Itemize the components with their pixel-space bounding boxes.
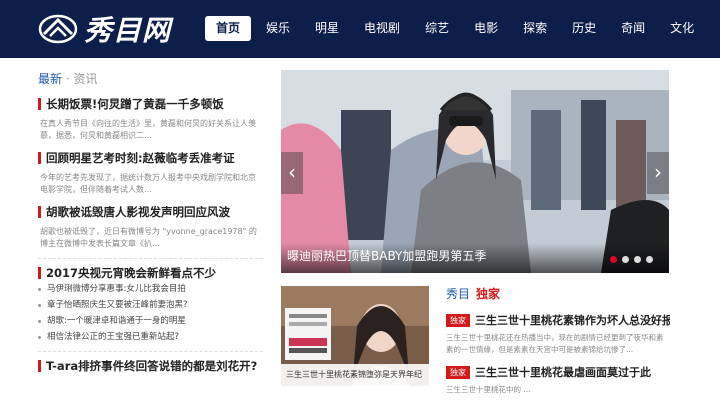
list-item-text[interactable]: 胡歌:一个暖津卓和谐通于一身的明星 xyxy=(47,313,186,329)
nav-item-culture[interactable]: 文化 xyxy=(660,16,704,41)
nav-item-stars[interactable]: 明星 xyxy=(305,16,349,41)
exclusive-article: 独家 三生三世十里桃花素锦作为坏人总没好报 三生三世十里桃花还在热播当中，现在的… xyxy=(446,312,670,356)
bullet-icon xyxy=(38,287,41,291)
exclusive-label-site: 秀目 xyxy=(446,287,471,301)
exclusive-label: 独家 xyxy=(476,287,501,301)
section-title-sep: · xyxy=(65,72,70,86)
list-item-text[interactable]: 马伊琍微博分享惠事:女儿比我会目拍 xyxy=(47,281,186,297)
exclusive-article-title[interactable]: 独家 三生三世十里桃花最虐画面莫过于此 xyxy=(446,364,670,380)
exclusive-title-text[interactable]: 三生三世十里桃花最虐画面莫过于此 xyxy=(475,364,651,380)
carousel-next-button[interactable]: › xyxy=(647,152,669,194)
title-marker xyxy=(38,360,41,372)
exclusive-summary: 三生三世十里桃花中的 ... xyxy=(446,385,531,394)
list-item-featured[interactable]: T-ara排挤事件终回答说错的都是刘花开? xyxy=(38,358,263,374)
nav-item-variety[interactable]: 综艺 xyxy=(415,16,459,41)
article-summary: 在真人秀节目《向往的生活》里，黄磊和何炅的好关系让人羡慕，据悉，何炅和黄磊相识二… xyxy=(40,119,256,140)
list-item-featured[interactable]: 2017央视元宵晚会新鲜看点不少 xyxy=(38,265,263,281)
bullet-icon xyxy=(38,303,41,307)
nav-item-movies[interactable]: 电影 xyxy=(464,16,508,41)
list-item[interactable]: 章子怡晒照庆生又要被汪峰前妻泡黑? xyxy=(38,297,263,313)
exclusive-title-text[interactable]: 三生三世十里桃花素锦作为坏人总没好报 xyxy=(475,312,670,328)
carousel-indicators xyxy=(605,256,653,263)
featured-thumbnail[interactable]: 三生三世十里桃花素锦堕弥是天界年纪 xyxy=(281,286,429,386)
exclusive-article: 独家 三生三世十里桃花最虐画面莫过于此 三生三世十里桃花中的 ... xyxy=(446,364,670,408)
headline-list: 2017央视元宵晚会新鲜看点不少 马伊琍微博分享惠事:女儿比我会目拍 章子怡晒照… xyxy=(38,265,263,374)
exclusive-header: 秀目 独家 xyxy=(446,286,670,302)
bullet-icon xyxy=(38,335,41,339)
carousel-prev-button[interactable]: ‹ xyxy=(281,152,303,194)
site-name: 秀目网 xyxy=(84,14,172,47)
bullet-icon xyxy=(38,319,41,323)
list-item[interactable]: 马伊琍微博分享惠事:女儿比我会目拍 xyxy=(38,281,263,297)
article-summary: 今年的艺考先发现了，据统计数万人报考中央戏剧学院和北京电影学院，但伴随着考试人数… xyxy=(40,173,256,194)
carousel-dot[interactable] xyxy=(622,256,629,263)
divider xyxy=(38,258,263,259)
article-title[interactable]: 回顾明星艺考时刻:赵薇临考丢准考证 xyxy=(38,150,263,166)
image-carousel[interactable]: ‹ › 曝迪丽热巴顶替BABY加盟跑男第五季 xyxy=(281,70,669,273)
list-item-text[interactable]: 2017央视元宵晚会新鲜看点不少 xyxy=(46,265,216,281)
exclusive-tag: 独家 xyxy=(446,365,470,379)
exclusive-section: 秀目 独家 独家 三生三世十里桃花素锦作为坏人总没好报 三生三世十里桃花还在热播当… xyxy=(446,286,670,408)
main-nav: 首页 娱乐 明星 电视剧 综艺 电影 探索 历史 奇闻 文化 xyxy=(205,16,709,41)
carousel-dot[interactable] xyxy=(610,256,617,263)
thumbnail-caption[interactable]: 三生三世十里桃花素锦堕弥是天界年纪 xyxy=(281,364,429,386)
exclusive-summary: 三生三世十里桃花还在热播当中，现在的剧情已经更到了夜华和素素的一世情缘，但是素素… xyxy=(446,333,664,354)
article-title-text[interactable]: 胡歌被诋毁唐人影视发声明回应风波 xyxy=(46,204,230,220)
exclusive-tag: 独家 xyxy=(446,313,470,327)
article-title[interactable]: 长期饭票!何炅蹭了黄磊一千多顿饭 xyxy=(38,96,263,112)
title-marker xyxy=(38,152,41,164)
article-title-text[interactable]: 长期饭票!何炅蹭了黄磊一千多顿饭 xyxy=(46,96,224,112)
title-marker xyxy=(38,98,41,110)
article-title[interactable]: 胡歌被诋毁唐人影视发声明回应风波 xyxy=(38,204,263,220)
list-item-text[interactable]: T-ara排挤事件终回答说错的都是刘花开? xyxy=(46,358,257,374)
carousel-caption[interactable]: 曝迪丽热巴顶替BABY加盟跑男第五季 xyxy=(287,247,486,264)
title-marker xyxy=(38,206,41,218)
news-article: 胡歌被诋毁唐人影视发声明回应风波 胡歌也被诋毁了，近日有微博号为 "yvonne… xyxy=(38,204,263,250)
nav-item-history[interactable]: 历史 xyxy=(562,16,606,41)
section-title-main: 最新 xyxy=(38,72,63,86)
exclusive-article-title[interactable]: 独家 三生三世十里桃花素锦作为坏人总没好报 xyxy=(446,312,670,328)
section-title-sub: 资讯 xyxy=(73,72,98,86)
carousel-dot[interactable] xyxy=(634,256,641,263)
nav-item-entertainment[interactable]: 娱乐 xyxy=(256,16,300,41)
list-item-text[interactable]: 相信法律公正的王宝强已重新站起? xyxy=(47,329,179,345)
nav-item-home[interactable]: 首页 xyxy=(205,16,252,41)
nav-item-oddities[interactable]: 奇闻 xyxy=(611,16,655,41)
article-title-text[interactable]: 回顾明星艺考时刻:赵薇临考丢准考证 xyxy=(46,150,235,166)
news-article: 回顾明星艺考时刻:赵薇临考丢准考证 今年的艺考先发现了，据统计数万人报考中央戏剧… xyxy=(38,150,263,196)
section-title: 最新 · 资讯 xyxy=(38,70,263,88)
list-item[interactable]: 相信法律公正的王宝强已重新站起? xyxy=(38,329,263,345)
news-article: 长期饭票!何炅蹭了黄磊一千多顿饭 在真人秀节目《向往的生活》里，黄磊和何炅的好关… xyxy=(38,96,263,142)
site-header: 秀目网 首页 娱乐 明星 电视剧 综艺 电影 探索 历史 奇闻 文化 xyxy=(0,0,720,58)
title-marker xyxy=(38,267,41,279)
nav-item-tv[interactable]: 电视剧 xyxy=(354,16,410,41)
list-item[interactable]: 胡歌:一个暖津卓和谐通于一身的明星 xyxy=(38,313,263,329)
nav-item-explore[interactable]: 探索 xyxy=(513,16,557,41)
carousel-dot[interactable] xyxy=(646,256,653,263)
site-logo[interactable]: 秀目网 xyxy=(38,10,171,48)
divider xyxy=(38,351,263,352)
logo-icon xyxy=(38,14,78,44)
list-item-text[interactable]: 章子怡晒照庆生又要被汪峰前妻泡黑? xyxy=(47,297,188,313)
article-summary: 胡歌也被诋毁了，近日有微博号为 "yvonne_grace1978" 的博主在微… xyxy=(40,227,257,248)
latest-news-section: 最新 · 资讯 长期饭票!何炅蹭了黄磊一千多顿饭 在真人秀节目《向往的生活》里，… xyxy=(38,70,263,374)
